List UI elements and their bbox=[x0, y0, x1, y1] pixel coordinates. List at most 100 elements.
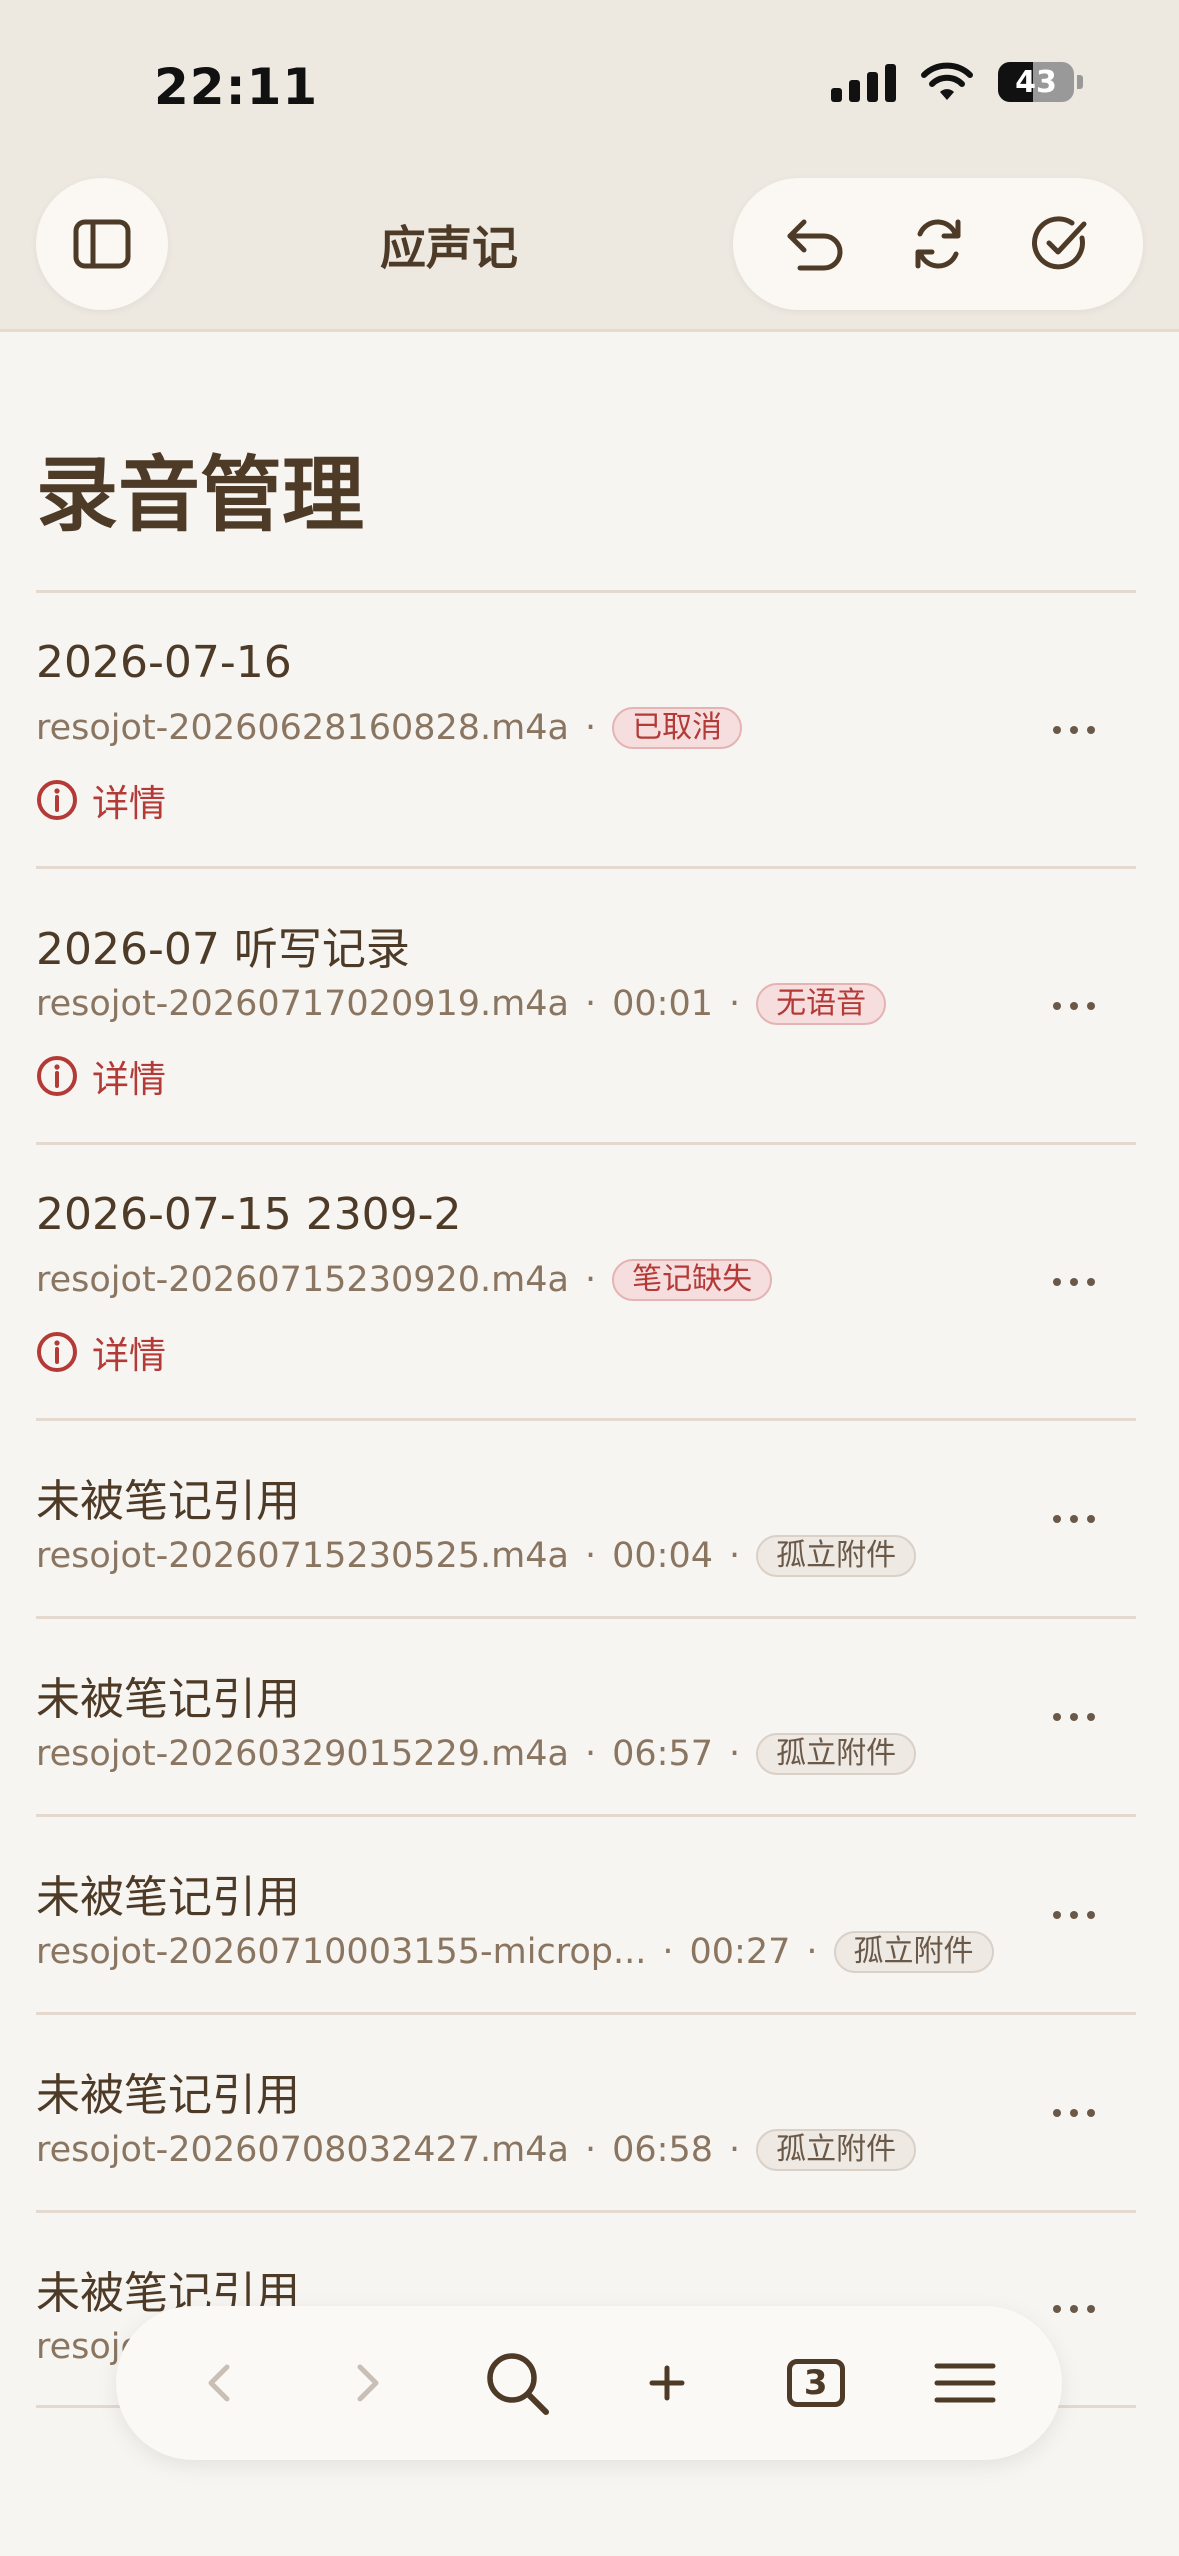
item-meta: resojot-20260329015229.m4a · 06:57 · 孤立附… bbox=[36, 1733, 917, 1775]
detail-label: 详情 bbox=[92, 782, 166, 825]
separator-dot: · bbox=[806, 1932, 818, 1972]
bottom-toolbar: 3 bbox=[116, 2306, 1062, 2460]
top-bar: 应声记 bbox=[0, 168, 1179, 332]
item-meta: resojot-20260628160828.m4a · 已取消 bbox=[36, 707, 743, 749]
item-duration: 00:01 bbox=[612, 984, 713, 1024]
status-badge: 孤立附件 bbox=[833, 1931, 994, 1973]
list-item[interactable]: 未被笔记引用 resojot-20260329015229.m4a · 06:5… bbox=[36, 1616, 1136, 1814]
separator-dot: · bbox=[584, 984, 597, 1024]
detail-label: 详情 bbox=[92, 1334, 166, 1377]
sync-button[interactable] bbox=[888, 194, 988, 294]
menu-button[interactable] bbox=[906, 2324, 1024, 2442]
separator-dot: · bbox=[584, 708, 597, 748]
more-horizontal-icon bbox=[1053, 1712, 1095, 1721]
separator-dot: · bbox=[729, 984, 741, 1024]
list-item[interactable]: 未被笔记引用 resojot-20260710003155-microp... … bbox=[36, 1814, 1136, 2012]
item-title: 未被笔记引用 bbox=[36, 1872, 300, 1923]
sidebar-icon bbox=[73, 219, 131, 269]
list-item[interactable]: 2026-07-16 resojot-20260628160828.m4a · … bbox=[36, 590, 1136, 866]
wifi-icon bbox=[921, 62, 973, 100]
status-badge: 无语音 bbox=[756, 983, 887, 1025]
cellular-signal-icon bbox=[831, 62, 896, 102]
item-title: 2026-07 听写记录 bbox=[36, 924, 410, 975]
search-button[interactable] bbox=[458, 2324, 576, 2442]
add-button[interactable] bbox=[608, 2324, 726, 2442]
check-circle-icon bbox=[1032, 216, 1087, 270]
item-title: 2026-07-16 bbox=[36, 637, 292, 688]
more-horizontal-icon bbox=[1053, 1514, 1095, 1523]
app-title: 应声记 bbox=[380, 221, 518, 275]
list-item[interactable]: 2026-07-15 2309-2 resojot-20260715230920… bbox=[36, 1142, 1136, 1418]
separator-dot: · bbox=[584, 2130, 597, 2170]
item-duration: 00:04 bbox=[612, 1536, 713, 1576]
more-options-button[interactable] bbox=[1034, 1687, 1114, 1747]
item-filename: resojot-20260708032427.m4a bbox=[36, 2130, 569, 2170]
list-item[interactable]: 2026-07 听写记录 resojot-20260717020919.m4a … bbox=[36, 866, 1136, 1142]
item-filename: resojot-20260715230525.m4a bbox=[36, 1536, 569, 1576]
select-button[interactable] bbox=[1010, 194, 1110, 294]
search-icon bbox=[487, 2353, 550, 2415]
header-actions bbox=[733, 178, 1143, 310]
more-options-button[interactable] bbox=[1034, 2279, 1114, 2339]
separator-dot: · bbox=[729, 1734, 741, 1774]
status-badge: 笔记缺失 bbox=[612, 1259, 773, 1301]
info-icon bbox=[37, 780, 77, 820]
more-options-button[interactable] bbox=[1034, 2083, 1114, 2143]
item-duration: 06:57 bbox=[612, 1734, 713, 1774]
hamburger-menu-icon bbox=[934, 2363, 996, 2403]
more-horizontal-icon bbox=[1053, 1001, 1095, 1010]
recordings-list: 2026-07-16 resojot-20260628160828.m4a · … bbox=[36, 590, 1136, 2408]
item-title: 未被笔记引用 bbox=[36, 2070, 300, 2121]
undo-button[interactable] bbox=[766, 194, 866, 294]
status-time: 22:11 bbox=[154, 58, 319, 116]
status-bar: 22:11 43 bbox=[0, 0, 1179, 168]
tab-count-icon: 3 bbox=[786, 2359, 845, 2407]
tabs-button[interactable]: 3 bbox=[757, 2324, 875, 2442]
sidebar-toggle-button[interactable] bbox=[36, 178, 168, 310]
more-options-button[interactable] bbox=[1034, 1489, 1114, 1549]
item-duration: 06:58 bbox=[612, 2130, 713, 2170]
list-item[interactable]: 未被笔记引用 resojot-20260715230525.m4a · 00:0… bbox=[36, 1418, 1136, 1616]
chevron-right-icon bbox=[357, 2364, 379, 2402]
item-meta: resojot-20260717020919.m4a · 00:01 · 无语音 bbox=[36, 983, 887, 1025]
separator-dot: · bbox=[584, 1260, 597, 1300]
more-options-button[interactable] bbox=[1034, 700, 1114, 760]
forward-button[interactable] bbox=[309, 2324, 427, 2442]
back-button[interactable] bbox=[160, 2324, 278, 2442]
item-meta: resojot-20260715230920.m4a · 笔记缺失 bbox=[36, 1259, 773, 1301]
item-meta: resojot-20260710003155-microp... · 00:27… bbox=[36, 1931, 994, 1973]
more-horizontal-icon bbox=[1053, 725, 1095, 734]
page-title: 录音管理 bbox=[36, 448, 365, 543]
detail-link[interactable]: 详情 bbox=[36, 773, 166, 827]
detail-link[interactable]: 详情 bbox=[36, 1049, 166, 1103]
more-options-button[interactable] bbox=[1034, 1885, 1114, 1945]
sync-icon bbox=[915, 219, 961, 269]
battery-icon: 43 bbox=[998, 62, 1074, 102]
chevron-left-icon bbox=[208, 2364, 230, 2402]
info-icon bbox=[37, 1332, 77, 1372]
more-options-button[interactable] bbox=[1034, 976, 1114, 1036]
item-meta: resojot-20260715230525.m4a · 00:04 · 孤立附… bbox=[36, 1535, 917, 1577]
more-horizontal-icon bbox=[1053, 1910, 1095, 1919]
item-filename: resojot-20260628160828.m4a bbox=[36, 708, 569, 748]
item-title: 未被笔记引用 bbox=[36, 1476, 300, 1527]
plus-icon bbox=[649, 2365, 685, 2401]
item-filename: resojot-20260329015229.m4a bbox=[36, 1734, 569, 1774]
separator-dot: · bbox=[729, 1536, 741, 1576]
separator-dot: · bbox=[584, 1536, 597, 1576]
detail-label: 详情 bbox=[92, 1058, 166, 1101]
status-icons: 43 bbox=[831, 62, 1083, 102]
status-badge: 已取消 bbox=[612, 707, 743, 749]
more-options-button[interactable] bbox=[1034, 1252, 1114, 1312]
separator-dot: · bbox=[662, 1932, 674, 1972]
detail-link[interactable]: 详情 bbox=[36, 1325, 166, 1379]
battery-level: 43 bbox=[1015, 64, 1057, 100]
status-badge: 孤立附件 bbox=[756, 2129, 917, 2171]
list-item[interactable]: 未被笔记引用 resojot-20260708032427.m4a · 06:5… bbox=[36, 2012, 1136, 2210]
more-horizontal-icon bbox=[1053, 2305, 1095, 2313]
item-filename: resojot-20260717020919.m4a bbox=[36, 984, 569, 1024]
more-horizontal-icon bbox=[1053, 1277, 1095, 1286]
item-meta: resojot-20260708032427.m4a · 06:58 · 孤立附… bbox=[36, 2129, 917, 2171]
item-title: 2026-07-15 2309-2 bbox=[36, 1189, 462, 1240]
more-horizontal-icon bbox=[1053, 2108, 1095, 2117]
